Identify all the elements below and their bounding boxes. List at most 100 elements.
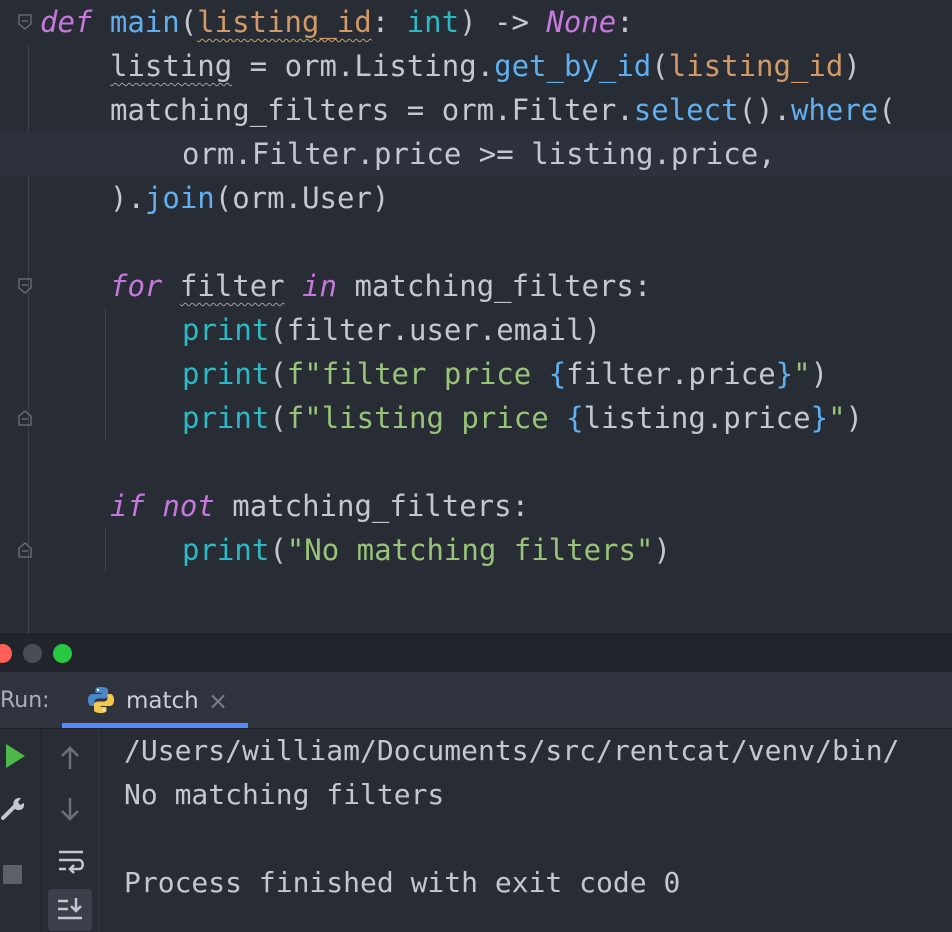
code-token: ( <box>878 93 896 127</box>
run-toolbar-secondary <box>42 729 99 932</box>
code-line[interactable]: ).join(orm.User) <box>0 176 952 220</box>
code-token: where <box>790 93 879 127</box>
code-line[interactable]: print(f"filter price {filter.price}") <box>0 352 952 396</box>
code-line[interactable]: listing = orm.Listing.get_by_id(listing_… <box>0 44 952 88</box>
wrench-icon[interactable] <box>0 793 28 821</box>
code-token: ) <box>845 401 863 435</box>
code-token: matching_filters: <box>214 489 530 523</box>
code-token: { <box>566 401 584 435</box>
code-token: print <box>182 401 270 435</box>
code-line[interactable]: for filter in matching_filters: <box>0 264 952 308</box>
fold-end-icon[interactable] <box>18 410 32 426</box>
code-token: (orm.User) <box>214 181 390 215</box>
code-token: ( <box>269 533 287 567</box>
console-line: Process finished with exit code 0 <box>124 866 681 899</box>
code-token: listing.price <box>583 401 811 435</box>
code-token: "No matching filters" <box>286 533 654 567</box>
zoom-window-icon[interactable] <box>53 644 72 663</box>
console-line: /Users/william/Documents/src/rentcat/ven… <box>124 734 900 767</box>
scroll-to-end-icon <box>58 898 82 920</box>
code-token: ). <box>110 181 145 215</box>
code-token: ( <box>269 357 287 391</box>
code-token: if <box>110 489 145 523</box>
code-token: filter.price <box>566 357 776 391</box>
code-token: } <box>775 357 794 391</box>
code-text: print("No matching filters") <box>182 528 671 572</box>
active-tab-indicator <box>62 723 248 728</box>
code-text: def main(listing_id: int) -> None: <box>40 0 634 44</box>
code-token: print <box>182 313 270 347</box>
code-token: ) -> <box>459 5 547 39</box>
code-text: listing = orm.Listing.get_by_id(listing_… <box>110 44 861 88</box>
code-token: : <box>371 5 407 39</box>
code-token: " <box>793 357 811 391</box>
code-token: ( <box>269 401 287 435</box>
code-line[interactable]: print(filter.user.email) <box>0 308 952 352</box>
code-token: " <box>828 401 846 435</box>
code-text: orm.Filter.price >= listing.price, <box>182 132 776 176</box>
code-line[interactable]: matching_filters = orm.Filter.select().w… <box>0 88 952 132</box>
code-token: ) <box>810 357 829 391</box>
code-token: filter <box>179 269 285 303</box>
code-text: print(f"filter price {filter.price}") <box>182 352 828 396</box>
code-line[interactable]: print(f"listing price {listing.price}") <box>0 396 952 440</box>
code-text: matching_filters = orm.Filter.select().w… <box>110 88 896 132</box>
fold-open-icon[interactable] <box>18 278 32 294</box>
code-token: } <box>810 401 829 435</box>
code-token: ( <box>179 5 198 39</box>
code-text: ).join(orm.User) <box>110 176 389 220</box>
code-token: print <box>182 357 270 391</box>
code-text: for filter in matching_filters: <box>110 264 651 308</box>
console-output[interactable]: /Users/william/Documents/src/rentcat/ven… <box>99 729 952 932</box>
code-token: def <box>40 5 93 39</box>
close-window-icon[interactable] <box>0 644 12 663</box>
code-token: f"filter price <box>286 357 549 391</box>
code-line[interactable]: def main(listing_id: int) -> None: <box>0 0 952 44</box>
minimize-window-icon[interactable] <box>23 644 42 663</box>
code-token: get_by_id <box>494 49 652 83</box>
code-text: print(filter.user.email) <box>182 308 601 352</box>
code-token: matching_filters = orm.Filter. <box>110 93 634 127</box>
code-token: ) <box>653 533 671 567</box>
code-token: int <box>406 5 460 39</box>
scroll-to-end-toggle[interactable] <box>48 889 92 931</box>
stop-icon[interactable] <box>3 865 22 884</box>
code-token: { <box>548 357 567 391</box>
run-tab-bar: Run: match × <box>0 672 952 729</box>
code-line[interactable]: print("No matching filters") <box>0 528 952 572</box>
code-token: listing <box>110 49 233 83</box>
code-line-current[interactable]: orm.Filter.price >= listing.price, <box>0 132 952 176</box>
code-token: ( <box>651 49 669 83</box>
code-token: not <box>162 489 215 523</box>
python-icon <box>88 687 114 713</box>
scroll-up-icon[interactable] <box>59 745 81 771</box>
code-token: orm.Filter.price >= listing.price, <box>182 137 776 171</box>
code-token: (filter.user.email) <box>269 313 602 347</box>
run-tab-match[interactable]: match × <box>62 672 248 728</box>
code-line[interactable]: if not matching_filters: <box>0 484 952 528</box>
code-text: if not matching_filters: <box>110 484 529 528</box>
soft-wrap-icon[interactable] <box>57 847 85 875</box>
code-token: (). <box>738 93 791 127</box>
fold-end-icon[interactable] <box>18 542 32 558</box>
code-token: main <box>109 5 180 39</box>
code-token: None <box>546 5 617 39</box>
run-toolbar-primary <box>0 729 42 932</box>
code-token: listing_id <box>197 5 372 39</box>
code-token: f"listing price <box>286 401 567 435</box>
code-token: ) <box>843 49 861 83</box>
code-token: print <box>182 533 270 567</box>
code-token: join <box>144 181 215 215</box>
code-token: : <box>616 5 634 39</box>
scroll-down-icon[interactable] <box>59 796 81 822</box>
code-token: select <box>633 93 739 127</box>
close-icon[interactable]: × <box>208 672 228 730</box>
code-token: = orm.Listing. <box>232 49 495 83</box>
fold-open-icon[interactable] <box>18 14 32 30</box>
run-icon[interactable] <box>4 743 26 769</box>
code-editor[interactable]: def main(listing_id: int) -> None: listi… <box>0 0 952 634</box>
